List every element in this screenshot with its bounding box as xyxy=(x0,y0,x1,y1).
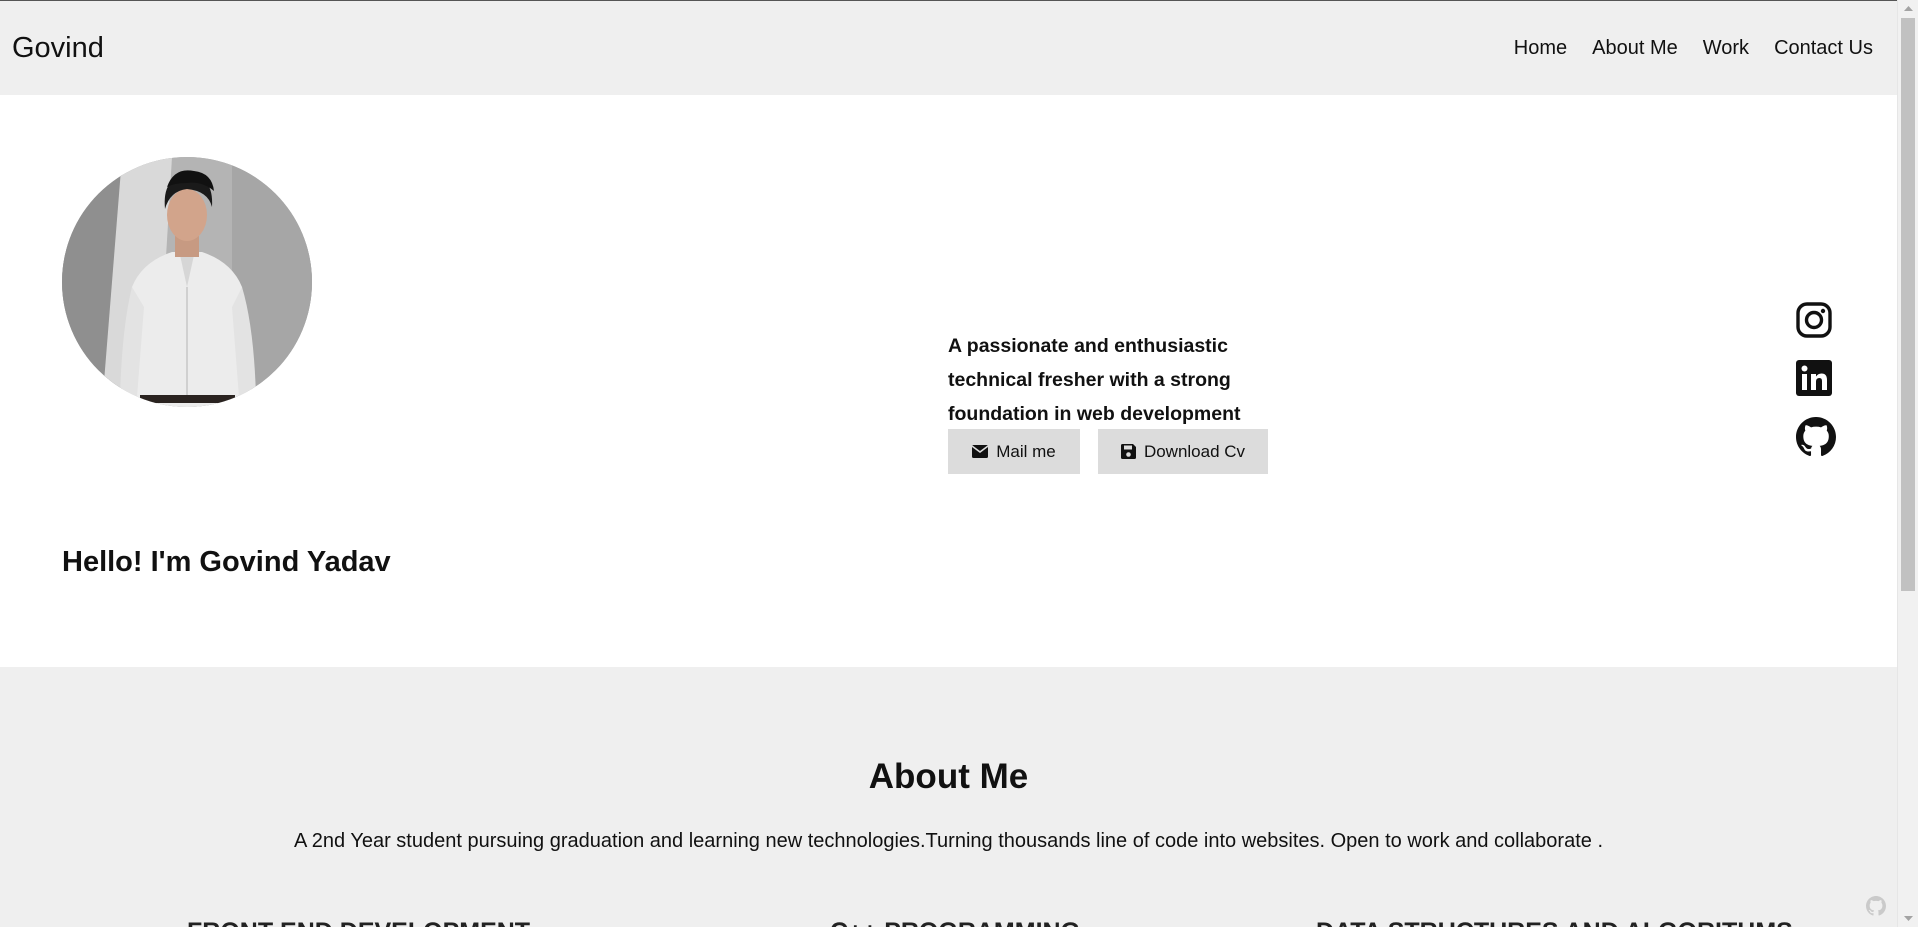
envelope-icon xyxy=(972,445,989,458)
scrollbar-thumb[interactable] xyxy=(1901,18,1915,591)
navbar: Govind Home About Me Work Contact Us xyxy=(0,1,1897,95)
brand-logo[interactable]: Govind xyxy=(12,31,104,65)
nav-links: Home About Me Work Contact Us xyxy=(1514,36,1873,60)
hero-section: A passionate and enthusiastic technical … xyxy=(0,95,1897,667)
mail-me-label: Mail me xyxy=(996,441,1056,461)
vertical-scrollbar[interactable] xyxy=(1897,0,1918,927)
nav-link-work[interactable]: Work xyxy=(1703,36,1749,60)
about-section: About Me A 2nd Year student pursuing gra… xyxy=(0,667,1897,927)
skill-front-end-development: FRONT END DEVELOPMENT xyxy=(187,917,530,927)
scroll-up-arrow-icon[interactable] xyxy=(1898,0,1918,17)
hero-greeting: Hello! I'm Govind Yadav xyxy=(62,546,391,578)
save-icon xyxy=(1120,444,1136,459)
hero-tagline: A passionate and enthusiastic technical … xyxy=(948,334,1241,425)
scroll-down-arrow-icon[interactable] xyxy=(1898,910,1918,927)
floating-github-icon[interactable] xyxy=(1866,896,1886,916)
download-cv-button[interactable]: Download Cv xyxy=(1098,429,1268,474)
browser-viewport: Govind Home About Me Work Contact Us A p… xyxy=(0,0,1918,927)
nav-link-about-me[interactable]: About Me xyxy=(1592,36,1678,60)
profile-photo xyxy=(62,157,312,407)
nav-link-contact-us[interactable]: Contact Us xyxy=(1774,36,1873,60)
skill-data-structures: DATA STRUCTURES AND ALGORITHMS xyxy=(1316,917,1793,927)
download-cv-label: Download Cv xyxy=(1143,441,1246,461)
page: Govind Home About Me Work Contact Us A p… xyxy=(0,0,1897,927)
about-description: A 2nd Year student pursuing graduation a… xyxy=(293,830,1604,852)
nav-link-home[interactable]: Home xyxy=(1514,36,1567,60)
avatar xyxy=(62,157,312,407)
linkedin-icon[interactable] xyxy=(1796,360,1836,400)
skill-cpp-programming: C++ PROGRAMMING xyxy=(830,917,1080,927)
mail-me-button[interactable]: Mail me xyxy=(948,429,1080,474)
instagram-icon[interactable] xyxy=(1796,302,1836,342)
github-icon[interactable] xyxy=(1796,417,1836,457)
about-title: About Me xyxy=(868,757,1029,796)
